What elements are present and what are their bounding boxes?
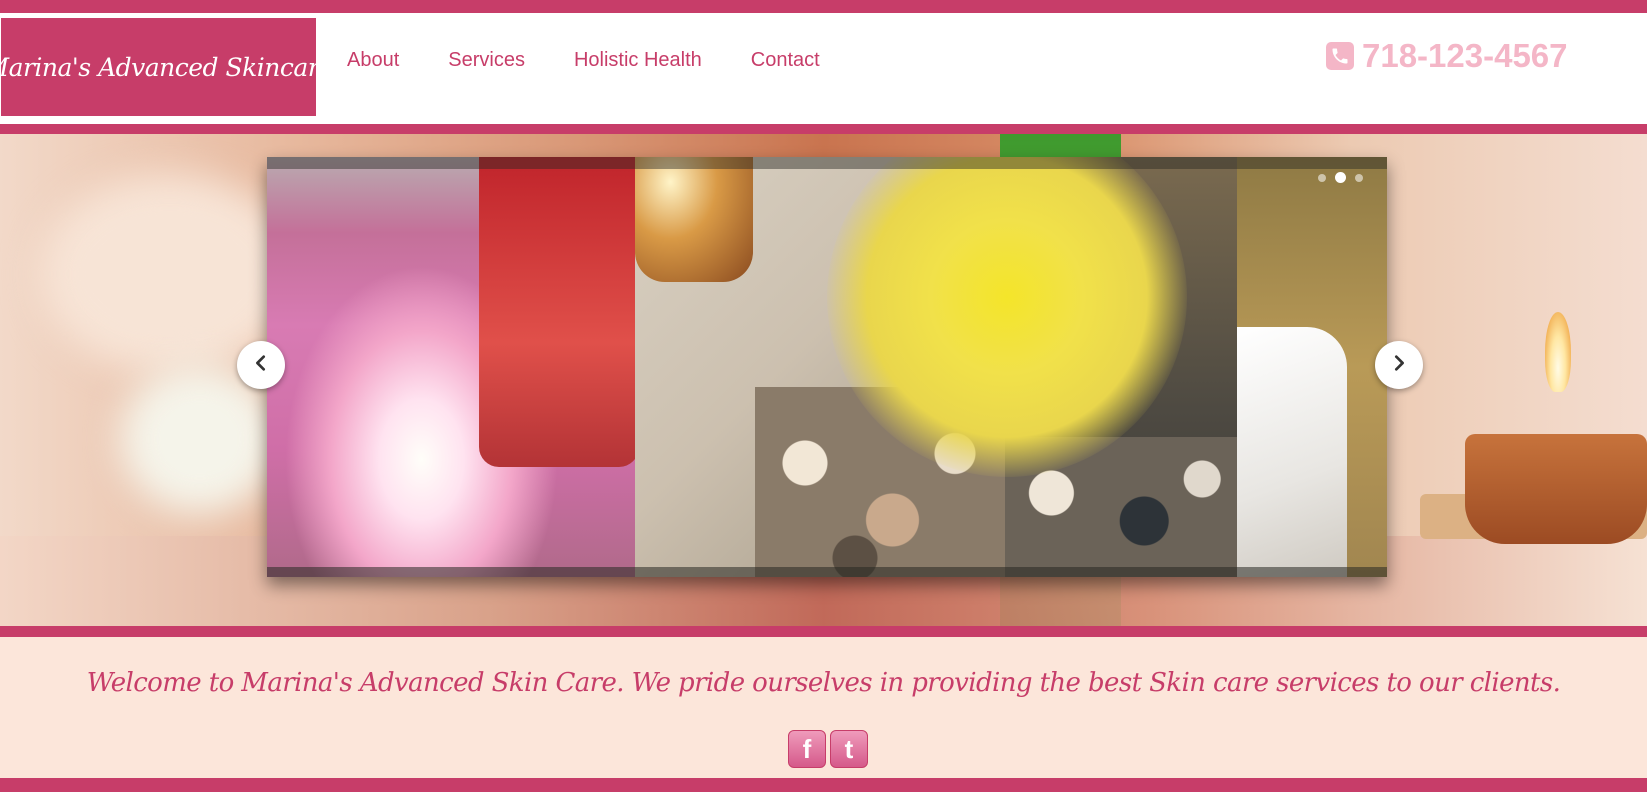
- site-header: Marina's Advanced Skincare About Service…: [0, 13, 1647, 124]
- welcome-text: Welcome to Marina's Advanced Skin Care. …: [86, 668, 1561, 698]
- facebook-button[interactable]: f: [788, 730, 826, 768]
- welcome-section: Welcome to Marina's Advanced Skin Care. …: [0, 637, 1647, 778]
- chevron-left-icon: [252, 354, 270, 377]
- phone-text: 718-123-4567: [1362, 37, 1568, 74]
- slider-pagination: [1318, 172, 1363, 183]
- top-stripe: [0, 0, 1647, 13]
- chevron-right-icon: [1390, 354, 1408, 377]
- twitter-button[interactable]: t: [830, 730, 868, 768]
- slide-panel-cloth: [1237, 157, 1387, 577]
- phone-number[interactable]: 718-123-4567: [1326, 37, 1568, 74]
- header-band: [0, 124, 1647, 134]
- red-candle: [479, 157, 639, 467]
- slider-dot-1[interactable]: [1318, 173, 1326, 182]
- logo-text: Marina's Advanced Skincare: [0, 52, 334, 82]
- image-slider[interactable]: [267, 157, 1387, 577]
- white-towel: [1237, 327, 1347, 577]
- slider-prev-button[interactable]: [237, 341, 285, 389]
- social-links: f t: [788, 730, 868, 768]
- slider-top-shade: [267, 157, 1387, 169]
- nav-contact[interactable]: Contact: [751, 49, 820, 72]
- hero-candle-flame: [1545, 312, 1571, 392]
- nav-services[interactable]: Services: [448, 49, 525, 72]
- slide-panel-candle: [267, 157, 639, 577]
- twitter-icon: t: [844, 733, 854, 764]
- main-nav: About Services Holistic Health Contact: [347, 49, 869, 72]
- welcome-band: [0, 626, 1647, 637]
- slider-bottom-shade: [267, 567, 1387, 577]
- phone-icon: [1326, 42, 1354, 70]
- nav-holistic-health[interactable]: Holistic Health: [574, 49, 702, 72]
- slider-dot-2[interactable]: [1335, 172, 1346, 183]
- slider-next-button[interactable]: [1375, 341, 1423, 389]
- slider-dot-3[interactable]: [1355, 173, 1363, 182]
- amber-candle: [635, 157, 753, 282]
- nav-about[interactable]: About: [347, 49, 399, 72]
- facebook-icon: f: [802, 733, 812, 764]
- hero-candle-bowl: [1465, 434, 1647, 544]
- site-logo[interactable]: Marina's Advanced Skincare: [0, 18, 334, 116]
- footer-band: [0, 778, 1647, 792]
